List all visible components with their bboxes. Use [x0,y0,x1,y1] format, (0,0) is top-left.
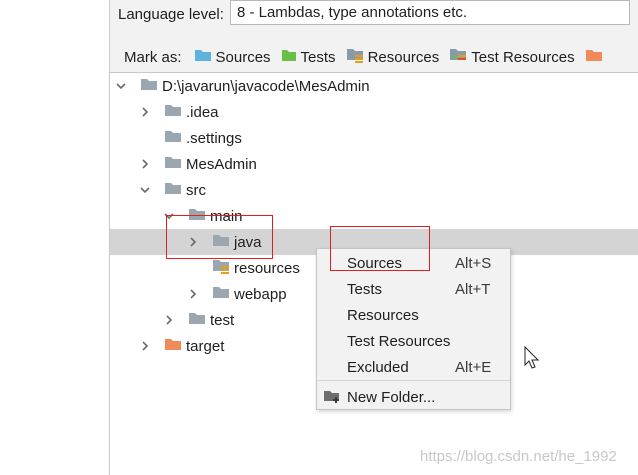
test-resources-folder-icon [449,47,467,67]
language-level-value: 8 - Lambdas, type annotations etc. [236,3,468,21]
tree-item-label: MesAdmin [186,155,257,173]
chevron-right-icon[interactable] [162,313,176,327]
chevron-right-icon[interactable] [138,105,152,119]
left-panel [0,0,110,475]
mark-sources-label: Sources [215,48,271,66]
mark-test-resources-button[interactable]: Test Resources [449,47,575,67]
menu-item-shortcut: Alt+E [455,358,492,376]
mark-as-label: Mark as: [124,48,182,66]
mark-resources-button[interactable]: Resources [346,47,440,67]
excluded-folder-icon [585,48,603,66]
tree-row[interactable]: D:\javarun\javacode\MesAdmin [110,73,638,99]
tree-item-label: target [186,337,225,355]
menu-item-label: Resources [347,306,419,324]
folder-icon [164,103,182,121]
tree-row[interactable]: .settings [110,125,638,151]
menu-item-label: New Folder... [347,388,436,406]
new-folder-icon [323,389,341,408]
folder-icon [212,285,230,303]
chevron-down-icon[interactable] [114,79,128,93]
menu-item-label: Test Resources [347,332,451,350]
tree-item-label: .settings [186,129,242,147]
menu-item-label: Excluded [347,358,409,376]
menu-item-test-resources[interactable]: Test Resources [317,328,510,354]
menu-item-label: Tests [347,280,383,298]
watermark: https://blog.csdn.net/he_1992 [420,448,617,465]
mark-resources-label: Resources [367,48,440,66]
resources-folder-icon [346,47,364,67]
mark-test-resources-label: Test Resources [471,48,575,66]
mark-as-row: Mark as: Sources Tests Resources Test Re… [124,45,617,69]
menu-separator [317,380,510,381]
tree-item-label: webapp [234,285,287,303]
tests-folder-icon [281,48,297,66]
folder-icon [164,129,182,147]
tree-item-label: D:\javarun\javacode\MesAdmin [162,77,370,95]
excluded-folder-icon [164,337,182,355]
mouse-cursor-icon [524,345,542,374]
chevron-right-icon[interactable] [138,339,152,353]
tree-row[interactable]: src [110,177,638,203]
chevron-right-icon[interactable] [186,287,200,301]
mark-tests-label: Tests [300,48,336,66]
menu-item-new-folder[interactable]: New Folder... [317,384,510,410]
tree-item-label: resources [234,259,300,277]
mark-directory-context-menu: Sources Alt+S Tests Alt+T Resources Test… [316,248,511,410]
mark-sources-button[interactable]: Sources [194,48,271,66]
tree-row[interactable]: MesAdmin [110,151,638,177]
chevron-right-icon[interactable] [138,157,152,171]
highlight-box-java [166,215,273,259]
tree-item-label: .idea [186,103,219,121]
folder-icon [188,311,206,329]
chevron-down-icon[interactable] [138,183,152,197]
highlight-box-sources [330,226,430,271]
module-settings-header: Language level: 8 - Lambdas, type annota… [110,0,638,73]
language-level-select[interactable]: 8 - Lambdas, type annotations etc. [229,0,630,25]
folder-icon [140,77,158,95]
language-level-label: Language level: [118,5,224,23]
menu-item-tests[interactable]: Tests Alt+T [317,276,510,302]
tree-item-label: src [186,181,206,199]
folder-icon [164,181,182,199]
tree-item-label: test [210,311,235,329]
menu-item-excluded[interactable]: Excluded Alt+E [317,354,510,380]
folder-icon [164,155,182,173]
menu-item-shortcut: Alt+T [455,280,491,298]
menu-item-shortcut: Alt+S [455,254,492,272]
mark-excluded-button[interactable] [585,48,607,66]
resources-folder-icon [212,258,230,278]
tree-row[interactable]: .idea [110,99,638,125]
menu-item-resources[interactable]: Resources [317,302,510,328]
language-level-row: Language level: 8 - Lambdas, type annota… [118,0,630,28]
sources-folder-icon [194,48,212,66]
mark-tests-button[interactable]: Tests [281,48,336,66]
